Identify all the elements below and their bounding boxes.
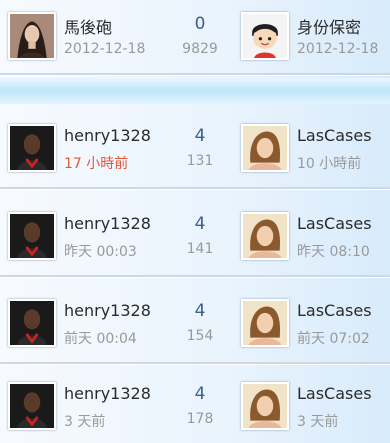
man-avatar-icon[interactable] xyxy=(8,299,56,347)
man-avatar-icon[interactable] xyxy=(8,382,56,430)
row-divider xyxy=(0,73,390,76)
post-time: 17 小時前 xyxy=(64,156,129,172)
last-reply-name[interactable]: LasCases xyxy=(297,301,372,320)
last-reply-name[interactable]: 身份保密 xyxy=(297,14,361,38)
view-count: 9829 xyxy=(182,41,218,57)
last-reply-time: 2012-12-18 xyxy=(297,41,379,57)
woman-photo-avatar-icon[interactable] xyxy=(241,299,289,347)
thread-row[interactable]: 馬後砲 2012-12-18 0 9829 身份保密 2012-12-18 xyxy=(0,0,390,72)
view-count: 131 xyxy=(186,153,214,169)
reply-count: 4 xyxy=(194,126,206,146)
row-divider xyxy=(0,275,390,278)
man-avatar-icon[interactable] xyxy=(8,124,56,172)
view-count: 141 xyxy=(186,241,214,257)
view-count: 178 xyxy=(186,411,214,427)
thread-row[interactable]: henry1328 前天 00:04 4 154 LasCases 前天 07:… xyxy=(0,287,390,359)
last-reply-time: 3 天前 xyxy=(297,414,339,430)
woman-avatar-icon[interactable] xyxy=(8,12,56,60)
thread-row[interactable]: henry1328 17 小時前 4 131 LasCases 10 小時前 xyxy=(0,112,390,184)
man-avatar-icon[interactable] xyxy=(8,212,56,260)
author-name[interactable]: henry1328 xyxy=(64,126,151,145)
author-name[interactable]: 馬後砲 xyxy=(64,14,112,38)
reply-count: 4 xyxy=(194,214,206,234)
last-reply-time: 前天 07:02 xyxy=(297,331,370,347)
cartoon-boy-avatar-icon[interactable] xyxy=(241,12,289,60)
last-reply-time: 10 小時前 xyxy=(297,156,362,172)
woman-photo-avatar-icon[interactable] xyxy=(241,382,289,430)
woman-photo-avatar-icon[interactable] xyxy=(241,212,289,260)
reply-count: 0 xyxy=(194,14,206,34)
post-time: 2012-12-18 xyxy=(64,41,146,57)
woman-photo-avatar-icon[interactable] xyxy=(241,124,289,172)
last-reply-name[interactable]: LasCases xyxy=(297,384,372,403)
thread-row[interactable]: henry1328 昨天 00:03 4 141 LasCases 昨天 08:… xyxy=(0,200,390,272)
row-divider xyxy=(0,187,390,190)
reply-count: 4 xyxy=(194,384,206,404)
view-count: 154 xyxy=(186,328,214,344)
author-name[interactable]: henry1328 xyxy=(64,301,151,320)
author-name[interactable]: henry1328 xyxy=(64,214,151,233)
post-time: 3 天前 xyxy=(64,414,106,430)
row-divider xyxy=(0,362,390,365)
thread-row[interactable]: henry1328 3 天前 4 178 LasCases 3 天前 xyxy=(0,370,390,442)
post-time: 昨天 00:03 xyxy=(64,244,137,260)
last-reply-time: 昨天 08:10 xyxy=(297,244,370,260)
post-time: 前天 00:04 xyxy=(64,331,137,347)
last-reply-name[interactable]: LasCases xyxy=(297,126,372,145)
section-separator xyxy=(0,78,390,104)
author-name[interactable]: henry1328 xyxy=(64,384,151,403)
reply-count: 4 xyxy=(194,301,206,321)
last-reply-name[interactable]: LasCases xyxy=(297,214,372,233)
